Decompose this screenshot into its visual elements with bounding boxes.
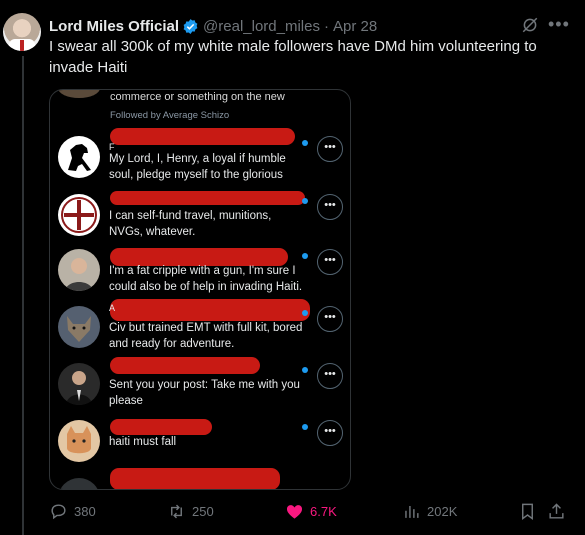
row-more-button[interactable]: ••• [317,194,343,220]
bookmark-icon [522,503,533,520]
row-more-button[interactable]: ••• [317,420,343,446]
screenshot-top-text: commerce or something on the new [110,91,285,103]
man-portrait-icon [58,249,100,291]
reply-count: 380 [74,503,96,519]
repost-button[interactable]: 250 [167,499,214,523]
thread-line [22,56,24,535]
horse-icon [58,136,100,178]
partial-avatar [58,478,100,489]
partial-avatar [58,90,100,98]
tweet-media-screenshot[interactable]: commerce or something on the new Followe… [49,89,351,490]
followed-by-text: Followed by Average Schizo [110,110,230,121]
more-options-icon[interactable]: ••• [548,14,570,35]
views-button[interactable]: 202K [402,499,457,523]
redaction-mark [110,128,295,145]
unread-dot [302,424,308,430]
repost-icon [171,504,182,518]
redaction-mark [110,419,212,435]
reply-icon [51,503,66,519]
crusader-cross-icon [58,194,100,236]
reply-button[interactable]: 380 [49,499,96,523]
redaction-mark [110,468,280,489]
wolf-icon [58,306,100,348]
share-icon [549,502,564,519]
dm-preview-text: haiti must fall [109,436,177,448]
man-suit-icon [58,363,100,405]
author-handle[interactable]: @real_lord_miles [203,18,320,35]
like-count: 6.7K [310,503,337,519]
tweet-text: I swear all 300k of my white male follow… [49,38,537,76]
analytics-icon [405,505,419,518]
dm-preview-text: Civ but trained EMT with full kit, bored… [109,322,303,350]
row-more-button[interactable]: ••• [317,363,343,389]
row-name-prefix: A [109,303,116,313]
unread-dot [302,198,308,204]
bookmark-button[interactable] [518,499,537,523]
unread-dot [302,140,308,146]
verified-badge-icon [183,18,198,34]
dm-preview-text: I can self-fund travel, munitions, NVGs,… [109,210,272,238]
author-avatar[interactable] [3,13,41,51]
repost-count: 250 [192,503,214,519]
row-more-button[interactable]: ••• [317,306,343,332]
views-count: 202K [427,503,458,519]
unread-dot [302,253,308,259]
row-more-button[interactable]: ••• [317,136,343,162]
separator-dot: · [323,17,329,35]
unread-dot [302,310,308,316]
author-name[interactable]: Lord Miles Official [49,18,179,35]
redaction-mark [110,299,310,321]
heart-icon [286,504,303,519]
unread-dot [302,367,308,373]
share-button[interactable] [547,499,566,523]
like-button[interactable]: 6.7K [285,499,337,523]
row-more-button[interactable]: ••• [317,249,343,275]
dm-preview-text: Sent you your post: Take me with you ple… [109,379,300,407]
redaction-mark [110,357,260,374]
cat-icon [58,420,100,462]
dm-preview-text: My Lord, I, Henry, a loyal if humble sou… [109,153,286,181]
tweet-header: Lord Miles Official @real_lord_miles · A… [49,16,377,36]
grok-icon[interactable] [521,16,539,34]
redaction-mark [110,191,305,205]
tweet-date[interactable]: Apr 28 [333,18,377,35]
tweet-actions: 380 250 6.7K 202K [49,499,569,523]
dm-preview-text: I'm a fat cripple with a gun, I'm sure I… [109,265,303,293]
